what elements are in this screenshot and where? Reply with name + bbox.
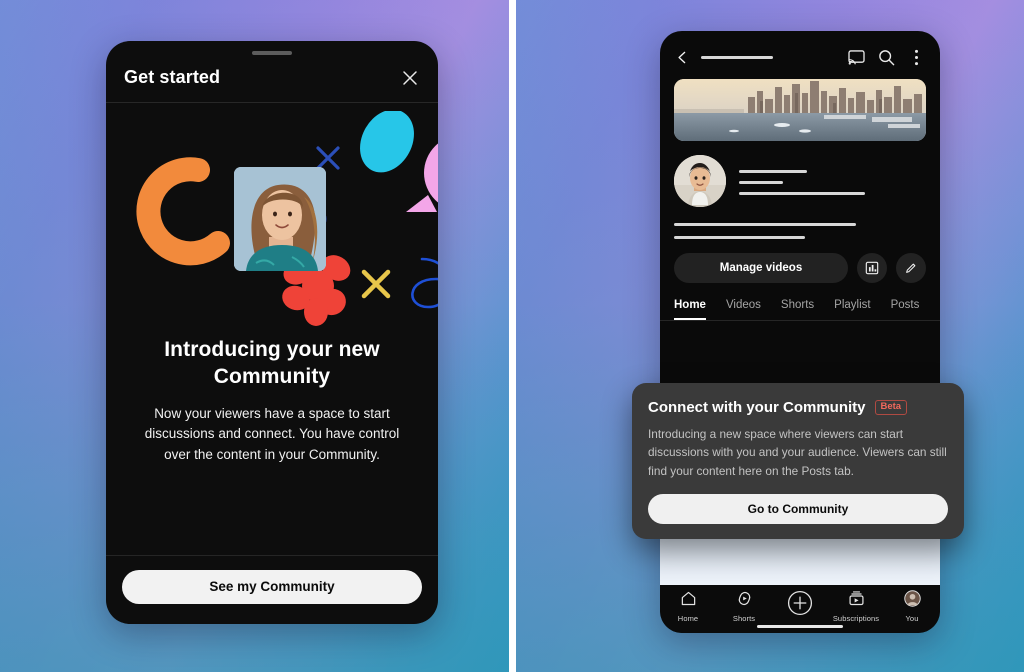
manage-videos-button[interactable]: Manage videos <box>674 253 848 283</box>
bottom-navigation-bar: Home Shorts Subscriptions You <box>660 585 940 633</box>
create-plus-icon <box>787 590 813 621</box>
shorts-icon <box>736 590 753 612</box>
tab-playlist[interactable]: Playlist <box>834 299 870 320</box>
channel-title-placeholder <box>739 169 807 173</box>
home-indicator <box>757 625 843 628</box>
close-icon[interactable] <box>400 68 420 88</box>
channel-text-placeholders <box>739 168 926 195</box>
left-phone-frame: Get started Introducing your new Communi… <box>106 41 438 624</box>
beta-badge: Beta <box>874 399 908 416</box>
sheet-heading: Introducing your new Community <box>164 338 380 388</box>
app-topbar <box>660 31 940 77</box>
sheet-header: Get started <box>106 55 438 103</box>
channel-tabs: Home Videos Shorts Playlist Posts <box>660 283 940 321</box>
community-promo-dialog: Connect with your Community Beta Introdu… <box>632 383 964 539</box>
cast-icon[interactable] <box>846 47 866 67</box>
nav-item-subscriptions[interactable]: Subscriptions <box>829 590 883 623</box>
description-line-1 <box>674 223 856 226</box>
channel-handle-placeholder <box>739 180 783 184</box>
channel-profile-row <box>660 141 940 207</box>
dialog-body-text: Introducing a new space where viewers ca… <box>648 427 947 478</box>
channel-avatar[interactable] <box>674 155 726 207</box>
nav-item-shorts[interactable]: Shorts <box>717 590 771 623</box>
nav-item-you[interactable]: You <box>885 590 939 623</box>
right-panel: Manage videos Home Videos Shorts Playlis… <box>516 0 1024 672</box>
search-icon[interactable] <box>876 47 896 67</box>
analytics-bar-chart-icon[interactable] <box>857 253 887 283</box>
you-avatar-icon <box>903 590 921 612</box>
pencil-edit-icon[interactable] <box>896 253 926 283</box>
community-illustration-art <box>136 111 438 326</box>
screenshot-stage: Get started Introducing your new Communi… <box>0 0 1024 672</box>
subscriptions-icon <box>848 590 865 612</box>
description-line-2 <box>674 236 805 239</box>
channel-description-placeholders <box>660 207 940 239</box>
right-phone-frame: Manage videos Home Videos Shorts Playlis… <box>660 31 940 633</box>
dialog-header: Connect with your Community Beta <box>648 399 948 416</box>
panel-divider <box>509 0 516 672</box>
home-icon <box>680 590 697 612</box>
sheet-copy: Introducing your new Community Now your … <box>106 329 438 465</box>
tab-posts[interactable]: Posts <box>891 299 920 320</box>
channel-name-placeholder <box>701 55 773 59</box>
nav-item-create[interactable] <box>773 590 827 623</box>
channel-stats-placeholder <box>739 191 865 195</box>
tab-videos[interactable]: Videos <box>726 299 761 320</box>
tab-shorts[interactable]: Shorts <box>781 299 814 320</box>
nav-label-subscriptions: Subscriptions <box>832 614 880 623</box>
sheet-footer: See my Community <box>106 555 438 624</box>
nav-item-home[interactable]: Home <box>661 590 715 623</box>
community-illustration <box>106 111 438 329</box>
channel-action-row: Manage videos <box>660 239 940 283</box>
sheet-title: Get started <box>124 67 221 87</box>
sheet-body: Now your viewers have a space to start d… <box>144 405 400 462</box>
channel-banner-art <box>674 79 926 141</box>
back-arrow-icon[interactable] <box>674 49 691 66</box>
nav-label-shorts: Shorts <box>732 614 756 623</box>
tab-home[interactable]: Home <box>674 299 706 320</box>
dialog-title: Connect with your Community <box>648 399 866 416</box>
channel-avatar-art <box>674 155 726 207</box>
channel-banner <box>674 79 926 141</box>
more-vertical-icon[interactable] <box>906 47 926 67</box>
nav-label-you: You <box>905 614 919 623</box>
nav-label-home: Home <box>677 614 699 623</box>
left-panel: Get started Introducing your new Communi… <box>0 0 509 672</box>
see-my-community-button[interactable]: See my Community <box>122 570 422 604</box>
go-to-community-button[interactable]: Go to Community <box>648 493 948 524</box>
